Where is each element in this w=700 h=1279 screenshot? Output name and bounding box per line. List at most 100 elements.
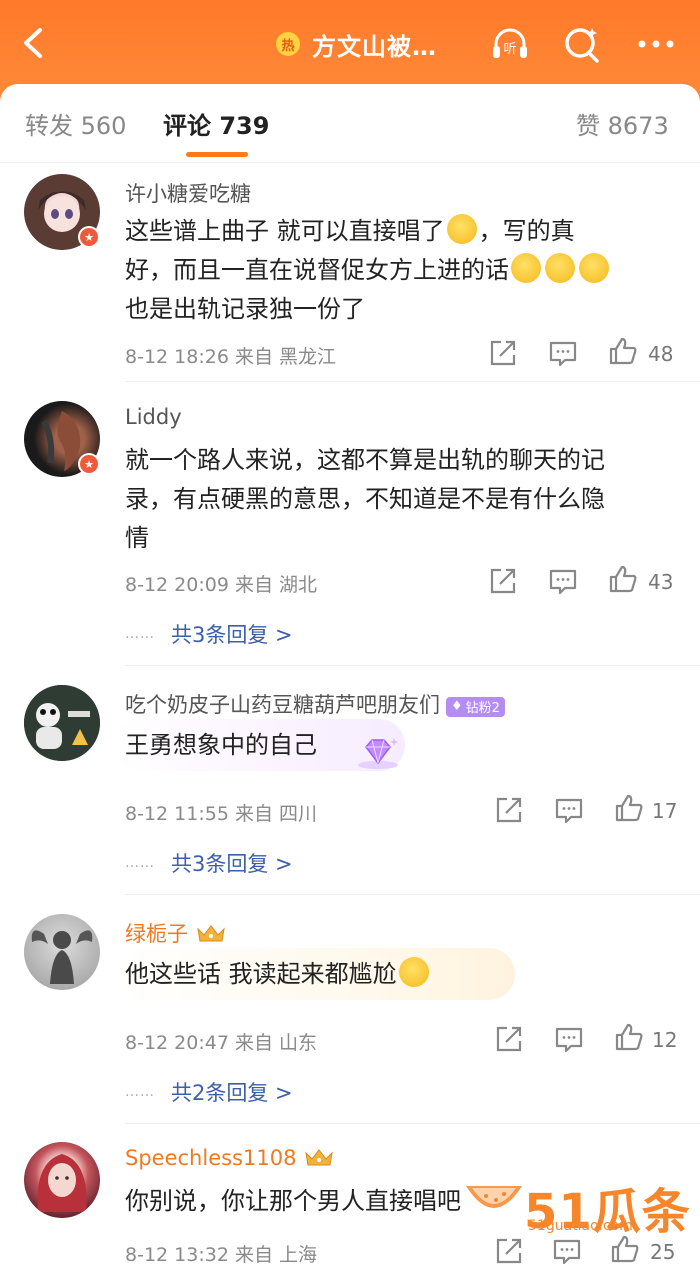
comment-meta: 8-12 11:55 来自 四川 (125, 799, 317, 826)
like-count: 43 (648, 570, 674, 594)
comment-icon[interactable] (554, 795, 584, 825)
comment-date: 8-12 13:32 (125, 1244, 229, 1266)
share-icon[interactable] (488, 338, 518, 368)
comment-from: 来自 (234, 346, 273, 368)
divider (125, 665, 700, 666)
comment-text: 他这些话 我读起来都尴尬 (125, 955, 670, 994)
tab-likes-count: 8673 (607, 112, 669, 140)
reply-dots: …… (125, 626, 155, 642)
comment-line: 他这些话 我读起来都尴尬 (125, 960, 397, 988)
comment-line: 王勇想象中的自己 (125, 731, 317, 759)
username-text[interactable]: Speechless1108 (125, 1146, 296, 1170)
tab-bar: 转发 560 评论 739 赞 8673 (0, 84, 700, 163)
replies-label: 共3条回复 > (171, 852, 293, 876)
more-icon[interactable] (634, 24, 678, 64)
comment-location: 山东 (279, 1032, 318, 1054)
like-icon[interactable] (608, 336, 638, 366)
like-count: 17 (652, 799, 678, 823)
diamond-decoration-icon (358, 738, 398, 769)
comment-icon[interactable] (548, 566, 578, 596)
username-text[interactable]: 绿栀子 (125, 922, 188, 946)
comment-meta: 8-12 20:09 来自 湖北 (125, 570, 317, 597)
avatar[interactable] (24, 914, 100, 990)
replies-label: 共2条回复 > (171, 1081, 293, 1105)
comment-text: 就一个路人来说，这都不算是出轨的聊天的记 录，有点硬黑的意思，不知道是不是有什么… (125, 441, 670, 558)
comment-username[interactable]: Liddy (125, 405, 182, 429)
tab-likes-label: 赞 (576, 112, 600, 140)
reply-dots: …… (125, 855, 155, 871)
comment-location: 湖北 (279, 574, 318, 596)
comment-date: 8-12 20:47 (125, 1032, 229, 1054)
search-icon[interactable] (562, 24, 602, 64)
comment-meta: 8-12 18:26 来自 黑龙江 (125, 342, 336, 369)
view-replies-link[interactable]: …… 共2条回复 > (125, 1077, 293, 1107)
divider (125, 894, 700, 895)
share-icon[interactable] (494, 795, 524, 825)
like-icon[interactable] (608, 564, 638, 594)
comment-line: 情 (125, 524, 149, 552)
fan-level-badge: ♦ 钻粉2 (446, 696, 505, 717)
tab-repost[interactable]: 转发 560 (25, 106, 126, 141)
divider (125, 381, 700, 382)
like-icon[interactable] (614, 793, 644, 823)
comment-date: 8-12 18:26 (125, 346, 229, 368)
header-title-group: 热 方文山被… (276, 26, 437, 62)
laugh-cry-emoji-icon (545, 253, 575, 283)
comment-location: 黑龙江 (279, 346, 337, 368)
hot-badge: 热 (276, 32, 300, 56)
avatar[interactable] (24, 685, 100, 761)
share-icon[interactable] (494, 1236, 524, 1266)
replies-label: 共3条回复 > (171, 623, 293, 647)
comment-icon[interactable] (548, 338, 578, 368)
view-replies-link[interactable]: …… 共3条回复 > (125, 619, 293, 649)
comment-line: 也是出轨记录独一份了 (125, 295, 365, 323)
laugh-cry-emoji-icon (511, 253, 541, 283)
avatar[interactable] (24, 1142, 100, 1218)
comment-line: 录，有点硬黑的意思，不知道是不是有什么隐 (125, 485, 605, 513)
crown-icon (197, 925, 225, 942)
tab-comments-label: 评论 (163, 112, 211, 140)
comment-line: ，写的真 (478, 217, 575, 245)
laugh-cry-emoji-icon (579, 253, 609, 283)
avatar-image (24, 685, 100, 761)
watermelon-logo-icon (466, 1186, 522, 1208)
comment-line: 就一个路人来说，这都不算是出轨的聊天的记 (125, 446, 605, 474)
comment-meta: 8-12 20:47 来自 山东 (125, 1028, 317, 1055)
comment-from: 来自 (234, 1032, 273, 1054)
listen-icon[interactable]: 听 (490, 24, 530, 64)
site-watermark: 51瓜条 51guatiao.com (462, 1172, 692, 1240)
view-replies-link[interactable]: …… 共3条回复 > (125, 848, 293, 878)
diamond-icon: ♦ (451, 699, 463, 714)
comment-line: 你别说，你让那个男人直接唱吧 (125, 1187, 461, 1215)
comment-line: 好，而且一直在说督促女方上进的话 (125, 256, 509, 284)
like-count: 12 (652, 1028, 678, 1052)
tab-likes[interactable]: 赞 8673 (576, 106, 669, 141)
like-count: 25 (650, 1240, 676, 1264)
reply-dots: …… (125, 1084, 155, 1100)
tab-repost-count: 560 (80, 112, 127, 140)
avatar-image (37, 1154, 87, 1212)
comment-username: 绿栀子 (125, 918, 226, 948)
verified-badge: ★ (78, 453, 100, 475)
comment-username[interactable]: 许小糖爱吃糖 (125, 178, 251, 208)
back-icon[interactable] (18, 26, 52, 60)
username-text[interactable]: 吃个奶皮子山药豆糖葫芦吧朋友们 (125, 693, 440, 717)
comment-text: 这些谱上曲子 就可以直接唱了 ，写的真 好，而且一直在说督促女方上进的话 也是出轨… (125, 212, 670, 329)
comment-meta: 8-12 13:32 来自 上海 (125, 1240, 317, 1267)
share-icon[interactable] (494, 1024, 524, 1054)
awkward-emoji-icon (398, 957, 429, 987)
verified-badge: ★ (78, 226, 100, 248)
comment-date: 8-12 20:09 (125, 574, 229, 596)
comment-icon[interactable] (554, 1024, 584, 1054)
comment-username: Speechless1108 (125, 1146, 334, 1170)
share-icon[interactable] (488, 566, 518, 596)
comment-from: 来自 (234, 803, 273, 825)
tab-comments[interactable]: 评论 739 (163, 106, 269, 141)
like-icon[interactable] (614, 1022, 644, 1052)
comment-line: 这些谱上曲子 就可以直接唱了 (125, 217, 445, 245)
listen-label: 听 (503, 42, 516, 57)
laugh-cry-emoji-icon (446, 214, 477, 244)
comment-date: 8-12 11:55 (125, 803, 229, 825)
comment-from: 来自 (234, 1244, 273, 1266)
comment-location: 上海 (279, 1244, 318, 1266)
